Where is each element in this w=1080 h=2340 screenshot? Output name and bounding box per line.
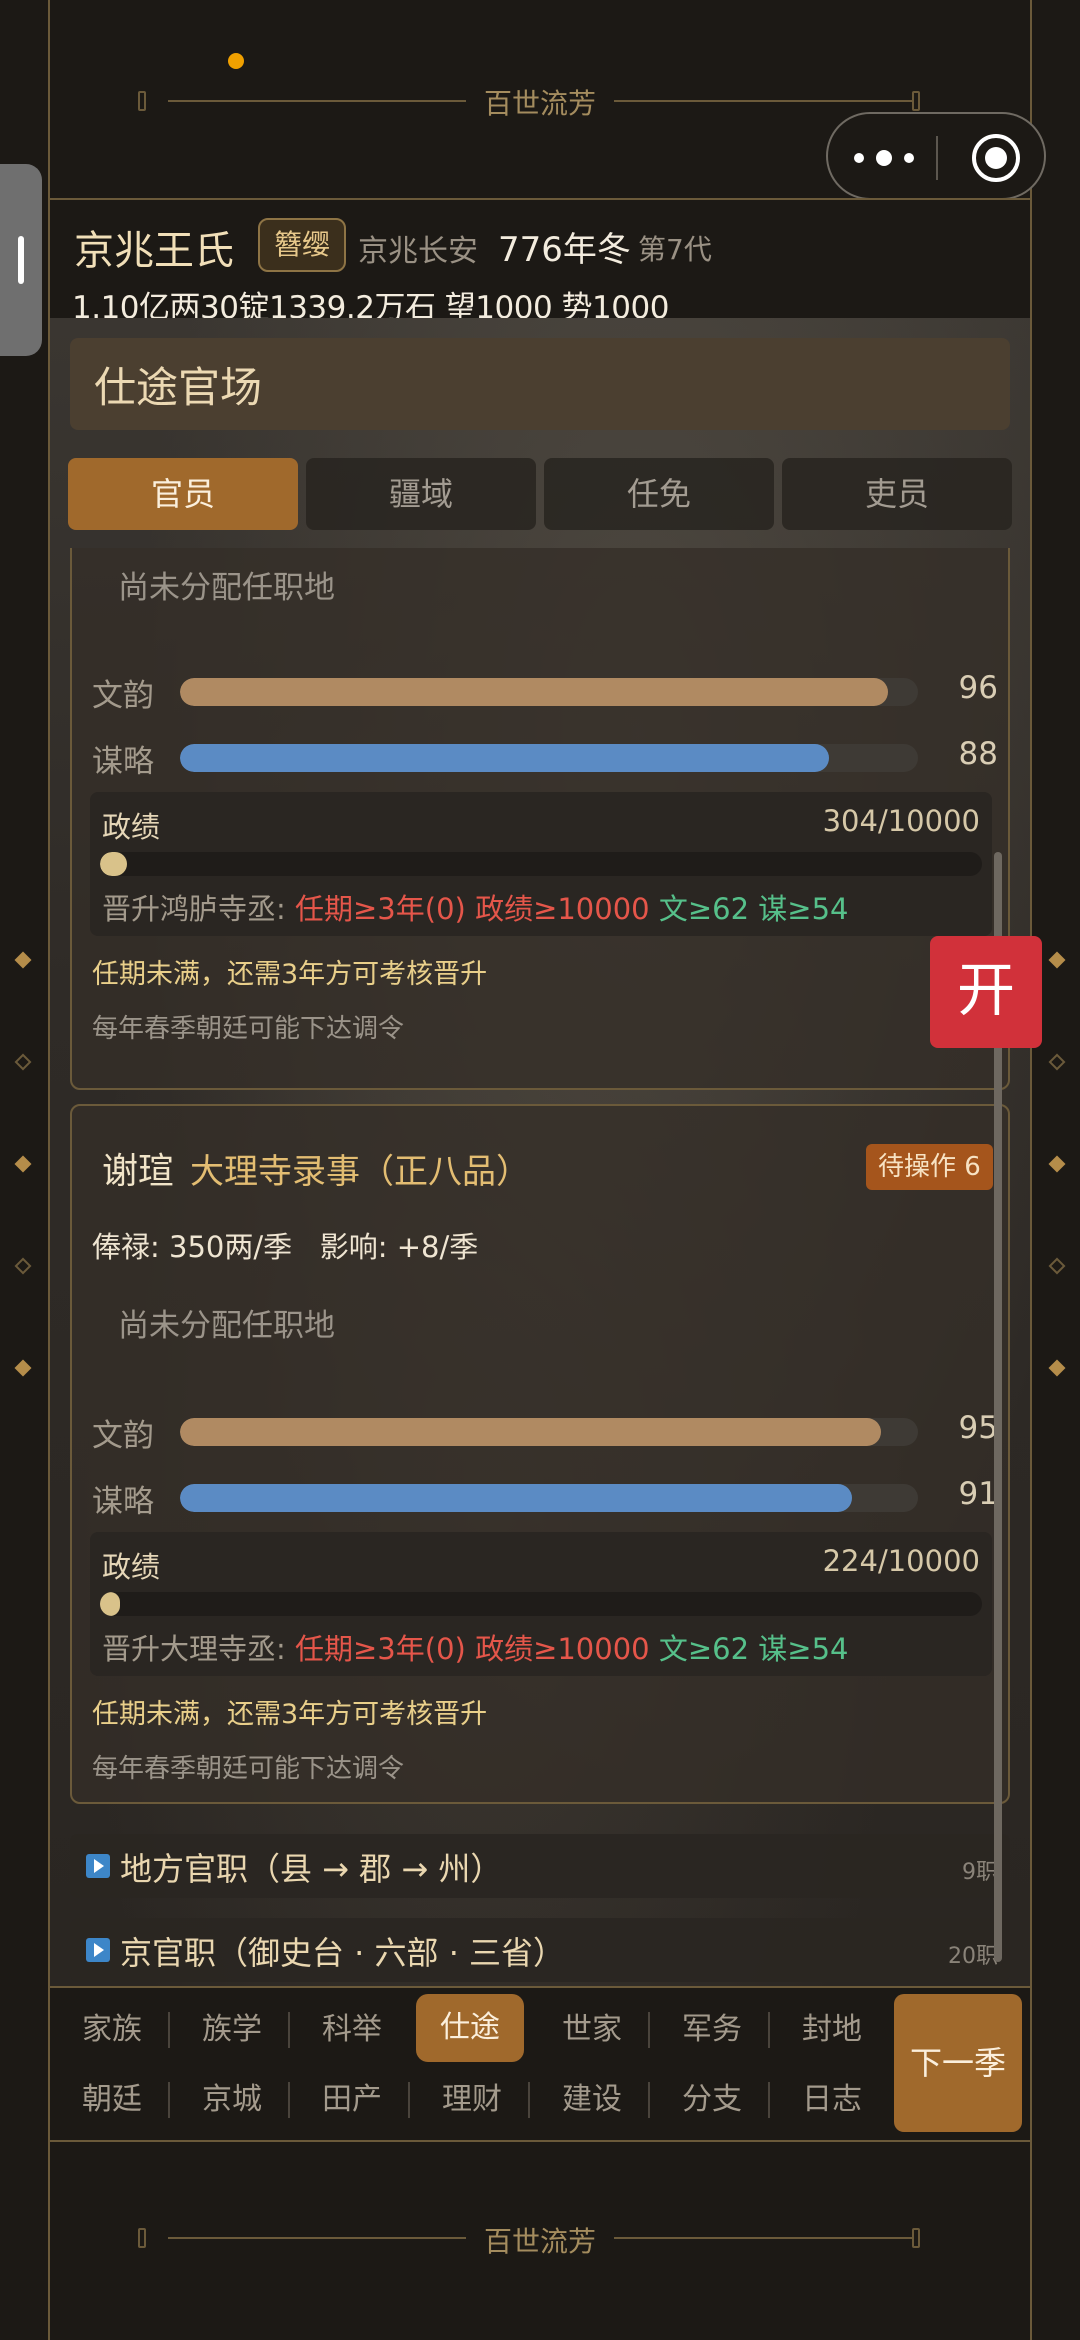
req-wen: 文≥62	[658, 892, 750, 926]
miniprogram-capsule	[826, 112, 1046, 200]
promotion-requirements: 晋升鸿胪寺丞: 任期≥3年(0) 政绩≥10000 文≥62 谋≥54	[102, 886, 848, 928]
deco-line-right	[614, 2237, 912, 2239]
req-mou: 谋≥54	[758, 1632, 849, 1666]
edict-note: 每年春季朝廷可能下达调令	[92, 1014, 405, 1044]
nav-estates[interactable]: 田产	[302, 2066, 402, 2134]
promotion-target: 晋升大理寺丞:	[102, 1632, 286, 1666]
stat-fill-wen	[180, 678, 889, 706]
nav-exam[interactable]: 科举	[302, 1996, 402, 2064]
deco-cap-right	[912, 2228, 920, 2248]
performance-box: 政绩 304/10000 晋升鸿胪寺丞: 任期≥3年(0) 政绩≥10000 文…	[90, 792, 992, 936]
req-term: 任期≥3年(0)	[295, 1632, 466, 1666]
stat-label-mou: 谋略	[92, 744, 154, 780]
performance-value: 304/10000	[822, 804, 980, 838]
section-label: 地方官职（县 → 郡 → 州）	[120, 1850, 503, 1888]
nav-construction[interactable]: 建设	[542, 2066, 642, 2134]
bottom-nav: 家族 族学 科举 仕途 世家 军务 封地 朝廷 京城 田产 理财 建设 分支 日…	[50, 1986, 1030, 2142]
left-ornament	[8, 930, 38, 1390]
performance-fill	[100, 1592, 120, 1616]
term-note: 任期未满，还需3年方可考核晋升	[92, 1699, 488, 1730]
performance-fill	[100, 852, 127, 876]
next-season-button[interactable]: 下一季	[894, 1994, 1022, 2132]
stat-bar-mou	[180, 1484, 918, 1512]
req-wen: 文≥62	[658, 1632, 750, 1666]
official-name: 谢瑄	[102, 1151, 175, 1192]
section-capital-posts[interactable]: 京官职（御史台 · 六部 · 三省） 20职	[70, 1918, 1010, 1982]
stat-label-mou: 谋略	[92, 1484, 154, 1520]
req-term: 任期≥3年(0)	[295, 892, 466, 926]
stat-bar-mou	[180, 744, 918, 772]
tab-territory[interactable]: 疆域	[306, 458, 536, 530]
nav-fief[interactable]: 封地	[782, 1996, 882, 2064]
pending-actions-badge[interactable]: 待操作 6	[866, 1144, 993, 1190]
stat-value-mou: 88	[958, 736, 998, 772]
stat-label-wen: 文韵	[92, 1418, 154, 1454]
expand-play-icon	[86, 1854, 110, 1878]
panel-title: 仕途官场	[94, 363, 263, 412]
tab-appointments[interactable]: 任免	[544, 458, 774, 530]
nav-court[interactable]: 朝廷	[62, 2066, 162, 2134]
capsule-divider	[936, 136, 938, 180]
stat-value-wen: 96	[958, 670, 998, 706]
performance-value: 224/10000	[822, 1544, 980, 1578]
stat-value-mou: 91	[958, 1476, 998, 1512]
recording-indicator	[228, 53, 244, 69]
deco-line-right	[614, 100, 912, 102]
section-count: 20职	[948, 1944, 998, 1969]
req-performance: 政绩≥10000	[475, 892, 650, 926]
deco-cap-right	[912, 91, 920, 111]
performance-bar	[100, 1592, 982, 1616]
official-card: 谢瑄 大理寺录事（正八品） 待操作 6 俸禄: 350两/季 影响: +8/季 …	[70, 1104, 1010, 1804]
officials-list[interactable]: 尚未分配任职地 文韵 96 谋略 88 政绩 304/10000 晋升鸿胪寺丞:…	[68, 548, 1012, 1986]
section-label: 京官职（御史台 · 六部 · 三省）	[120, 1934, 566, 1972]
nav-branches[interactable]: 分支	[662, 2066, 762, 2134]
nav-capital[interactable]: 京城	[182, 2066, 282, 2134]
location-text: 京兆长安	[358, 234, 478, 269]
section-local-posts[interactable]: 地方官职（县 → 郡 → 州） 9职	[70, 1834, 1010, 1898]
performance-label: 政绩	[102, 810, 161, 844]
term-note: 任期未满，还需3年方可考核晋升	[92, 959, 488, 990]
unassigned-location: 尚未分配任职地	[118, 570, 335, 606]
stat-fill-mou	[180, 744, 830, 772]
nav-clan-school[interactable]: 族学	[182, 1996, 282, 2064]
stat-fill-mou	[180, 1484, 852, 1512]
nav-log[interactable]: 日志	[782, 2066, 882, 2134]
open-float-button[interactable]: 开	[930, 936, 1042, 1048]
salary-influence: 俸禄: 350两/季 影响: +8/季	[92, 1230, 479, 1264]
nav-noble-houses[interactable]: 世家	[542, 1996, 642, 2064]
nav-military[interactable]: 军务	[662, 1996, 762, 2064]
nav-family[interactable]: 家族	[62, 1996, 162, 2064]
performance-label: 政绩	[102, 1550, 161, 1584]
nav-finance[interactable]: 理财	[422, 2066, 522, 2134]
panel-tabs: 官员 疆域 任免 吏员	[68, 458, 1012, 530]
promotion-target: 晋升鸿胪寺丞:	[102, 892, 286, 926]
stat-value-wen: 95	[958, 1410, 998, 1446]
year-season-text: 776年冬	[498, 230, 631, 270]
performance-box: 政绩 224/10000 晋升大理寺丞: 任期≥3年(0) 政绩≥10000 文…	[90, 1532, 992, 1676]
req-mou: 谋≥54	[758, 892, 849, 926]
generation-text: 第7代	[638, 233, 712, 266]
tab-officials[interactable]: 官员	[68, 458, 298, 530]
expand-play-icon	[86, 1938, 110, 1962]
edict-note: 每年春季朝廷可能下达调令	[92, 1754, 405, 1784]
stat-bar-wen	[180, 1418, 918, 1446]
official-card: 尚未分配任职地 文韵 96 谋略 88 政绩 304/10000 晋升鸿胪寺丞:…	[70, 548, 1010, 1090]
more-icon[interactable]	[854, 144, 914, 172]
clan-name: 京兆王氏	[74, 228, 234, 274]
official-post: 大理寺录事（正八品）	[190, 1152, 530, 1192]
stat-fill-wen	[180, 1418, 882, 1446]
rank-badge: 簪缨	[258, 218, 346, 272]
tab-clerks[interactable]: 吏员	[782, 458, 1012, 530]
performance-bar	[100, 852, 982, 876]
stat-label-wen: 文韵	[92, 678, 154, 714]
nav-career[interactable]: 仕途	[416, 1994, 524, 2062]
unassigned-location: 尚未分配任职地	[118, 1308, 335, 1344]
close-target-icon[interactable]	[972, 134, 1020, 182]
section-count: 9职	[962, 1860, 998, 1885]
promotion-requirements: 晋升大理寺丞: 任期≥3年(0) 政绩≥10000 文≥62 谋≥54	[102, 1626, 848, 1668]
req-performance: 政绩≥10000	[475, 1632, 650, 1666]
right-ornament	[1042, 930, 1072, 1390]
side-drawer-handle[interactable]	[0, 164, 42, 356]
stat-bar-wen	[180, 678, 918, 706]
